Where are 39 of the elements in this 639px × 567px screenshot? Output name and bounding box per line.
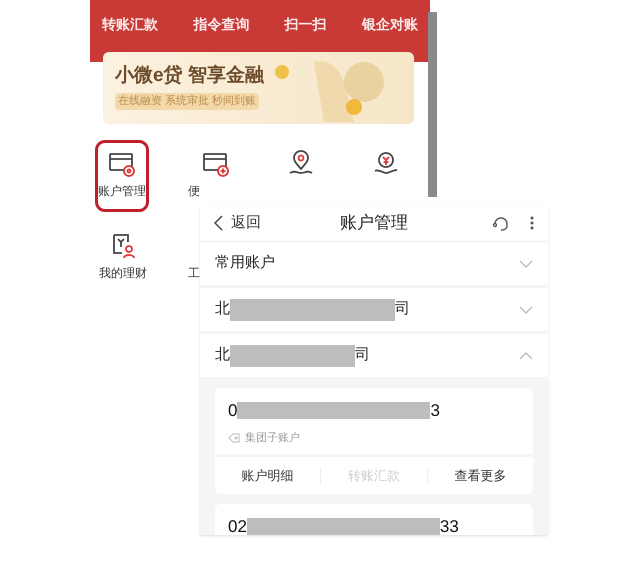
- back-button[interactable]: 返回: [214, 212, 261, 234]
- banner-subtitle: 在线融资 系统审批 秒间到账: [115, 93, 260, 110]
- tag-icon: [228, 432, 240, 443]
- menu-tile[interactable]: 便: [185, 140, 234, 202]
- account-card[interactable]: 02 33: [215, 504, 533, 535]
- nav-link[interactable]: 扫一扫: [284, 14, 327, 34]
- loan-banner[interactable]: 小微e贷 智享金融 在线融资 系统审批 秒间到账: [103, 52, 414, 124]
- account-group-row[interactable]: 北 司: [200, 288, 548, 331]
- account-number-start: 02: [228, 516, 247, 535]
- tile-label: 便: [188, 183, 200, 199]
- group-name-end: 司: [395, 299, 410, 320]
- card-action-button[interactable]: 查看更多: [428, 466, 533, 486]
- tile-label: 账户管理: [98, 183, 146, 199]
- nav-link[interactable]: 银企对账: [362, 14, 418, 34]
- chevron-down-icon: [519, 306, 533, 314]
- tile-label: 工: [188, 265, 200, 281]
- account-number-end: 33: [440, 516, 459, 535]
- account-group-row[interactable]: 常用账户: [200, 242, 548, 285]
- group-name-end: 司: [355, 345, 370, 366]
- account-group-row[interactable]: 北 司: [200, 334, 548, 377]
- menu-tile[interactable]: 账户管理: [95, 140, 149, 212]
- account-number-end: 3: [430, 400, 440, 422]
- menu-tile[interactable]: 工: [185, 222, 203, 284]
- chevron-up-icon: [519, 352, 533, 360]
- nav-link[interactable]: 指令查询: [193, 14, 250, 34]
- more-icon[interactable]: [530, 216, 534, 230]
- card-action-button[interactable]: 账户明细: [215, 466, 320, 486]
- chevron-down-icon: [519, 260, 533, 268]
- banner-title: 小微e贷 智享金融: [115, 64, 264, 88]
- page-title: 账户管理: [340, 212, 408, 234]
- menu-tile[interactable]: 我的理财: [96, 222, 150, 284]
- nav-link[interactable]: 转账汇款: [102, 14, 158, 34]
- account-tag: 集团子账户: [245, 430, 300, 446]
- group-name-start: 常用账户: [215, 253, 275, 274]
- account-number-start: 0: [228, 400, 238, 422]
- group-name-start: 北: [215, 299, 230, 320]
- group-name-start: 北: [215, 345, 230, 366]
- tile-label: 我的理财: [99, 265, 147, 281]
- back-chevron-icon: [214, 215, 223, 231]
